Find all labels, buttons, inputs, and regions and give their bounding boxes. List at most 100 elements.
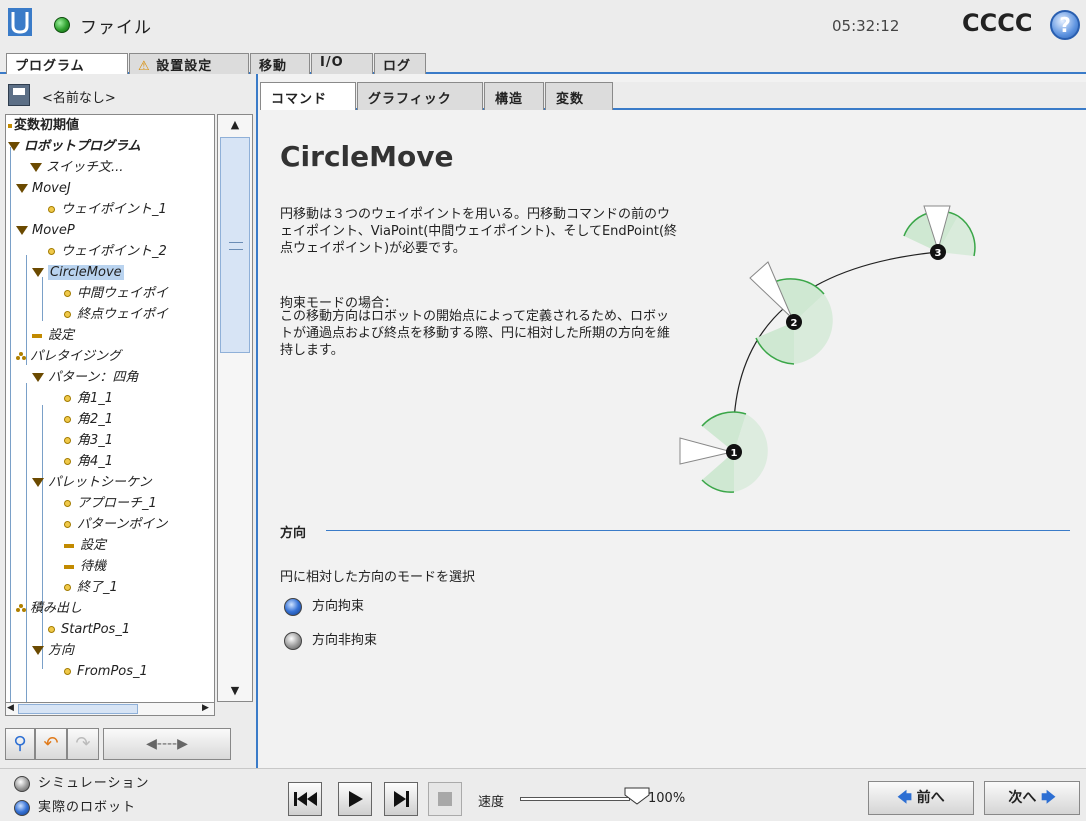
tree-item[interactable]: アプローチ_1 bbox=[64, 493, 157, 514]
scroll-left-icon[interactable]: ◀ bbox=[7, 703, 14, 713]
tree-connector bbox=[26, 645, 27, 705]
arrow-left-icon: 🡄 bbox=[897, 790, 912, 806]
skip-back-button[interactable] bbox=[288, 782, 322, 816]
radio-selected-icon[interactable] bbox=[14, 799, 30, 816]
search-icon[interactable]: ⚲ bbox=[5, 728, 35, 760]
warning-icon: ⚠ bbox=[138, 59, 151, 74]
scroll-down-icon[interactable]: ▼ bbox=[218, 681, 252, 701]
tree-item-selected[interactable]: CircleMove bbox=[32, 262, 124, 283]
tree-item[interactable]: ウェイポイント_1 bbox=[48, 199, 167, 220]
orientation-zone bbox=[756, 322, 794, 364]
tab-move[interactable]: 移動 bbox=[250, 53, 310, 74]
tree-item[interactable]: パレタイジング bbox=[16, 346, 121, 367]
undo-icon[interactable]: ↶ bbox=[35, 728, 67, 760]
tree-horizontal-scrollbar[interactable]: ◀ ▶ bbox=[5, 702, 215, 716]
tree-item[interactable]: 角1_1 bbox=[64, 388, 113, 409]
speed-slider-track[interactable] bbox=[520, 797, 630, 801]
app-title[interactable]: ファイル bbox=[80, 13, 152, 38]
section-divider bbox=[326, 530, 1070, 531]
tree-item[interactable]: パターン：四角 bbox=[32, 367, 138, 388]
tab-graphics[interactable]: グラフィック bbox=[357, 82, 483, 110]
pallet-icon bbox=[16, 352, 26, 361]
tree-connector bbox=[42, 405, 43, 669]
tab-program[interactable]: プログラム bbox=[6, 53, 128, 74]
folder-triangle-icon bbox=[16, 226, 28, 235]
simulation-option[interactable]: シミュレーション bbox=[14, 773, 149, 795]
tab-variables[interactable]: 変数 bbox=[545, 82, 613, 110]
help-icon[interactable]: ? bbox=[1050, 10, 1080, 40]
tab-structure[interactable]: 構造 bbox=[484, 82, 544, 110]
tab-installation[interactable]: ⚠ 設置設定 bbox=[129, 53, 249, 74]
tree-item[interactable]: パレットシーケン bbox=[32, 472, 152, 493]
waypoint-icon bbox=[64, 584, 71, 591]
radio-selected-icon[interactable] bbox=[284, 597, 302, 616]
folder-triangle-icon bbox=[32, 268, 44, 277]
tree-item[interactable]: 中間ウェイポイ bbox=[64, 283, 168, 304]
tree-item[interactable]: MoveP bbox=[16, 220, 75, 241]
circle-move-diagram: 1 2 3 bbox=[679, 205, 976, 493]
tree-item[interactable]: 積み出し bbox=[16, 598, 82, 619]
tree-item[interactable]: 設定 bbox=[64, 535, 106, 556]
tree-item[interactable]: 終了_1 bbox=[64, 577, 118, 598]
tree-item[interactable]: 角4_1 bbox=[64, 451, 113, 472]
folder-triangle-icon bbox=[30, 163, 42, 172]
tree-item[interactable]: ロボットプログラム bbox=[8, 136, 141, 157]
step-button[interactable] bbox=[384, 782, 418, 816]
tree-item[interactable]: ウェイポイント_2 bbox=[48, 241, 167, 262]
tab-io[interactable]: I/O bbox=[311, 53, 373, 74]
radio-unselected-icon[interactable] bbox=[14, 775, 30, 792]
tree-vertical-scrollbar[interactable]: ▲ ▼ bbox=[217, 114, 253, 702]
next-button[interactable]: 次へ 🡆 bbox=[984, 781, 1080, 815]
waypoint-icon bbox=[64, 416, 71, 423]
tab-command[interactable]: コマンド bbox=[260, 82, 356, 110]
title-bar: ファイル 05:32:12 CCCC ? bbox=[0, 0, 1086, 50]
program-tree-panel: <名前なし> 変数初期値 ロボットプログラム スイッチ文... MoveJ ウェ… bbox=[0, 74, 258, 768]
speed-value: 100% bbox=[648, 791, 686, 806]
speed-label: 速度 bbox=[478, 795, 505, 810]
program-tree[interactable]: 変数初期値 ロボットプログラム スイッチ文... MoveJ ウェイポイント_1… bbox=[5, 114, 215, 712]
redo-icon[interactable]: ↷ bbox=[67, 728, 99, 760]
tree-item[interactable]: MoveJ bbox=[16, 178, 71, 199]
scroll-up-icon[interactable]: ▲ bbox=[218, 115, 252, 135]
scroll-right-icon[interactable]: ▶ bbox=[202, 703, 209, 713]
radio-unconstrained[interactable]: 方向非拘束 bbox=[284, 630, 377, 652]
play-button[interactable] bbox=[338, 782, 372, 816]
wait-icon bbox=[64, 564, 74, 569]
real-robot-option[interactable]: 実際のロボット bbox=[14, 797, 136, 819]
command-content: CircleMove 円移動は３つのウェイポイントを用いる。円移動コマンドの前の… bbox=[262, 110, 1086, 766]
tree-item[interactable]: 終点ウェイポイ bbox=[64, 304, 168, 325]
tree-item[interactable]: 設定 bbox=[32, 325, 74, 346]
prev-button[interactable]: 🡄 前へ bbox=[868, 781, 974, 815]
radio-constrained[interactable]: 方向拘束 bbox=[284, 596, 364, 618]
tree-item[interactable]: FromPos_1 bbox=[64, 661, 148, 682]
move-node-icon[interactable]: ◀----▶ bbox=[103, 728, 231, 760]
scroll-thumb[interactable] bbox=[18, 704, 138, 714]
waypoint-icon bbox=[64, 500, 71, 507]
scroll-thumb[interactable] bbox=[220, 137, 250, 353]
tree-item[interactable]: 方向 bbox=[32, 640, 74, 661]
waypoint-icon bbox=[48, 206, 55, 213]
stop-button[interactable] bbox=[428, 782, 462, 816]
waypoint-icon bbox=[64, 437, 71, 444]
speed-slider-handle[interactable] bbox=[624, 787, 650, 805]
save-icon[interactable] bbox=[8, 84, 30, 106]
tab-log[interactable]: ログ bbox=[374, 53, 426, 74]
top-tab-bar: プログラム ⚠ 設置設定 移動 I/O ログ bbox=[0, 50, 1086, 74]
constraint-text: この移動方向はロボットの開始点によって定義されるため、ロボットが通過点および終点… bbox=[280, 309, 671, 358]
tree-item[interactable]: 角3_1 bbox=[64, 430, 113, 451]
waypoint-icon bbox=[64, 668, 71, 675]
set-icon bbox=[32, 333, 42, 338]
footer-bar: シミュレーション 実際のロボット 速度 100% 🡄 前へ 次へ 🡆 bbox=[0, 768, 1086, 821]
command-tab-bar: コマンド グラフィック 構造 変数 bbox=[260, 82, 1086, 110]
tree-item[interactable]: スイッチ文... bbox=[30, 157, 123, 178]
tree-item[interactable]: パターンポイン bbox=[64, 514, 167, 535]
ur-logo-icon bbox=[8, 8, 32, 36]
tree-item[interactable]: 角2_1 bbox=[64, 409, 113, 430]
arrow-right-icon: 🡆 bbox=[1041, 790, 1056, 806]
radio-unselected-icon[interactable] bbox=[284, 631, 302, 650]
tree-item[interactable]: 待機 bbox=[64, 556, 106, 577]
tree-item[interactable]: StartPos_1 bbox=[48, 619, 130, 640]
set-icon bbox=[64, 543, 74, 548]
tree-item[interactable]: 変数初期値 bbox=[8, 115, 79, 136]
stop-icon bbox=[438, 792, 452, 806]
